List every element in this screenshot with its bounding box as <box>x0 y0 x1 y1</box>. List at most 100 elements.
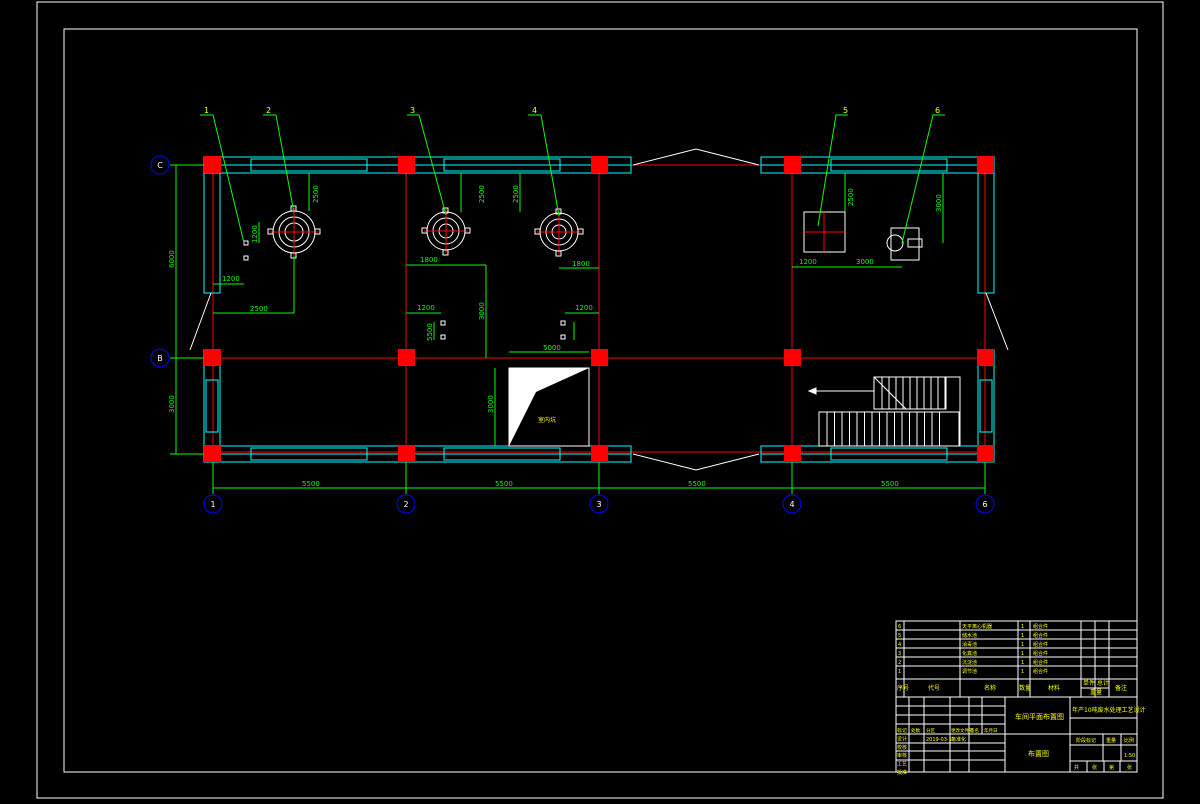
dim-1800-b: 1800 <box>572 260 590 268</box>
cad-drawing-viewport: 室内坑 1 2 3 4 5 6 5500 5500 5500 5500 6000… <box>0 0 1200 800</box>
axis-bubble-6: 6 <box>975 494 995 514</box>
callout-1: 1 <box>204 106 209 115</box>
svg-text:1: 1 <box>1021 651 1024 657</box>
svg-text:4: 4 <box>789 500 794 509</box>
svg-text:1: 1 <box>1021 642 1024 648</box>
column-c1 <box>204 156 221 173</box>
svg-text:3: 3 <box>596 500 601 509</box>
sign-row-label: 批准 <box>897 769 907 776</box>
parts-row: 4 消毒池 1 组合件 <box>898 641 1048 648</box>
callout-5: 5 <box>843 106 848 115</box>
sign-col-label: 签名 <box>970 727 979 734</box>
svg-text:1: 1 <box>1021 624 1024 630</box>
tank-4 <box>534 208 584 257</box>
tanks <box>243 205 923 340</box>
weight-label: 重量 <box>1106 737 1116 744</box>
tank-3 <box>421 207 471 256</box>
callout-3: 3 <box>410 106 415 115</box>
header-total-weight: 总计 <box>1097 679 1109 687</box>
column-b1 <box>204 349 221 366</box>
sign-row-label: 设计 <box>897 735 907 742</box>
svg-text:调节池: 调节池 <box>962 668 977 675</box>
svg-text:3: 3 <box>898 651 901 657</box>
dim-2500-d: 2500 <box>847 188 855 206</box>
callout-4: 4 <box>532 106 537 115</box>
stairs <box>807 376 961 447</box>
callout-6: 6 <box>935 106 940 115</box>
header-code: 代号 <box>928 684 940 692</box>
layout-title: 布置图 <box>1028 749 1049 758</box>
project-title: 年产10吨废水处理工艺设计 <box>1072 706 1146 714</box>
column-c4 <box>784 156 801 173</box>
dim-3000-mid: 3000 <box>478 302 486 320</box>
dim-bay-4: 5500 <box>881 480 899 488</box>
sign-col-label: 年月日 <box>984 727 998 734</box>
sign-col-label: 处数 <box>911 727 920 734</box>
svg-text:消毒池: 消毒池 <box>962 641 977 648</box>
svg-text:组合件: 组合件 <box>1033 668 1048 675</box>
column-c3 <box>591 156 608 173</box>
svg-text:1: 1 <box>1021 669 1024 675</box>
dim-1800-a: 1800 <box>420 256 438 264</box>
parts-row: 5 储水池 1 组合件 <box>898 632 1048 639</box>
axis-bubble-3: 3 <box>589 494 609 514</box>
stage-label: 阶段标记 <box>1076 737 1096 744</box>
dim-left-lower: 3000 <box>168 395 176 413</box>
bottom-opening-arc <box>632 453 760 471</box>
column-a6 <box>977 445 994 462</box>
drawing-title: 车间平面布置图 <box>1015 712 1064 721</box>
dim-5500: 5500 <box>426 323 434 341</box>
axis-bubble-2: 2 <box>396 494 416 514</box>
svg-text:2: 2 <box>403 500 408 509</box>
scale-value: 1:50 <box>1124 753 1135 759</box>
axis-bubble-c: C <box>150 155 170 175</box>
cad-drawing: 室内坑 1 2 3 4 5 6 5500 5500 5500 5500 6000… <box>36 1 1164 799</box>
svg-text:储水池: 储水池 <box>962 632 977 639</box>
parts-row: 2 沉淀池 1 组合件 <box>898 659 1048 666</box>
column-a3 <box>591 445 608 462</box>
window-right <box>979 379 993 433</box>
dim-pit-w: 5000 <box>543 344 561 352</box>
sign-col-label: 分区 <box>926 727 935 734</box>
column-a2 <box>398 445 415 462</box>
column-a4 <box>784 445 801 462</box>
standardization-label: 标准化 <box>951 736 966 743</box>
tank-2 <box>267 205 321 259</box>
svg-text:1: 1 <box>1021 633 1024 639</box>
title-block-text: 6 天平离心机器 1 组合件 5 储水池 1 组合件 4 消毒池 1 组合件 3 化粪池 1 组合件 2 沉淀池 1… <box>897 623 1146 776</box>
dimension-lines <box>170 164 986 494</box>
scale-label: 比例 <box>1124 737 1134 744</box>
top-opening-arc <box>632 148 760 166</box>
header-remark: 备注 <box>1115 684 1127 692</box>
parts-row: 1 调节池 1 组合件 <box>898 668 1048 675</box>
dim-3000-right: 3000 <box>935 194 943 212</box>
dim-1200-b: 1200 <box>417 304 435 312</box>
sheet-total: 共 <box>1074 764 1079 771</box>
dim-2500-a: 2500 <box>312 185 320 203</box>
sign-row-label: 工艺 <box>897 762 907 768</box>
svg-text:1: 1 <box>898 669 901 675</box>
svg-text:C: C <box>157 161 163 170</box>
dim-2500-c: 2500 <box>512 185 520 203</box>
column-c2 <box>398 156 415 173</box>
svg-text:组合件: 组合件 <box>1033 659 1048 666</box>
axis-bubble-b: B <box>150 348 170 368</box>
svg-text:6: 6 <box>898 624 901 630</box>
sign-row-label: 审核 <box>897 752 907 759</box>
sign-row-label: 校核 <box>897 744 907 751</box>
header-name: 名称 <box>984 684 996 692</box>
callout-2: 2 <box>266 106 271 115</box>
svg-text:5: 5 <box>898 633 901 639</box>
right-door-swing <box>985 292 1009 351</box>
axis-bubble-1: 1 <box>203 494 223 514</box>
dim-bay-3: 5500 <box>688 480 706 488</box>
svg-text:组合件: 组合件 <box>1033 623 1048 630</box>
column-b4 <box>784 349 801 366</box>
svg-text:组合件: 组合件 <box>1033 641 1048 648</box>
dim-bay-1: 5500 <box>302 480 320 488</box>
title-block <box>895 620 1138 773</box>
column-c6 <box>977 156 994 173</box>
parts-row: 3 化粪池 1 组合件 <box>898 650 1048 657</box>
dim-2500-b: 2500 <box>478 185 486 203</box>
sign-row-label: 标记 <box>897 727 907 734</box>
